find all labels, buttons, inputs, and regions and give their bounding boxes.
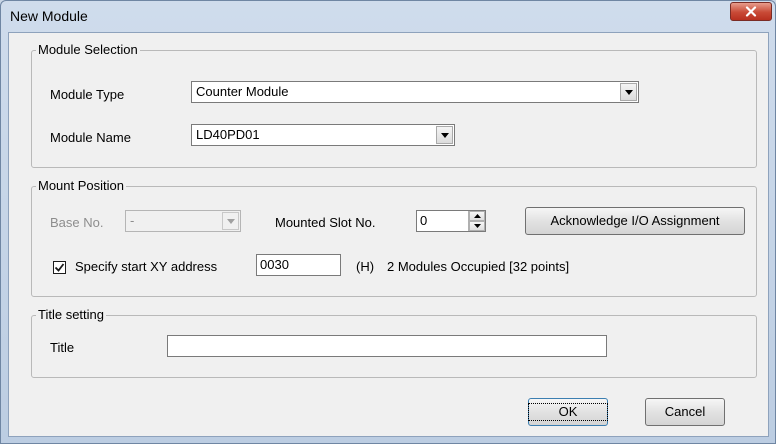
base-no-label: Base No.	[50, 215, 104, 230]
cancel-button-label: Cancel	[664, 404, 706, 419]
spin-down-icon[interactable]	[469, 221, 485, 231]
occupied-text: 2 Modules Occupied [32 points]	[387, 259, 570, 274]
module-selection-group: Module Selection	[31, 43, 757, 168]
mounted-slot-value: 0	[420, 213, 428, 228]
close-icon	[745, 6, 757, 17]
chevron-down-icon[interactable]	[436, 126, 453, 144]
chevron-down-icon[interactable]	[620, 83, 637, 101]
dialog-client-area: Module Selection Module Type Counter Mod…	[8, 32, 769, 437]
title-input[interactable]	[167, 335, 607, 357]
module-name-label: Module Name	[50, 130, 131, 145]
acknowledge-button-label: Acknowledge I/O Assignment	[550, 213, 720, 228]
specify-start-checkbox[interactable]	[53, 261, 66, 274]
module-selection-legend: Module Selection	[38, 42, 138, 57]
base-no-select: -	[125, 210, 241, 232]
module-type-value: Counter Module	[196, 84, 289, 99]
chevron-down-icon	[222, 212, 239, 230]
start-address-value: 0030	[260, 257, 289, 272]
window-title: New Module	[10, 8, 88, 24]
title-setting-legend: Title setting	[38, 307, 104, 322]
title-label: Title	[50, 340, 75, 355]
module-type-select[interactable]: Counter Module	[191, 81, 639, 103]
acknowledge-io-assignment-button[interactable]: Acknowledge I/O Assignment	[525, 207, 745, 235]
close-button[interactable]	[730, 2, 772, 21]
mounted-slot-label: Mounted Slot No.	[275, 215, 376, 230]
mount-position-group: Mount Position	[31, 179, 757, 297]
mounted-slot-spinner[interactable]: 0	[416, 210, 486, 232]
spin-up-icon[interactable]	[469, 211, 485, 221]
start-address-input[interactable]: 0030	[256, 254, 341, 276]
spinner-arrows[interactable]	[468, 211, 485, 231]
mount-position-legend: Mount Position	[38, 178, 124, 193]
specify-start-label[interactable]: Specify start XY address	[75, 259, 217, 275]
title-bar[interactable]: New Module	[1, 1, 775, 31]
ok-button[interactable]: OK	[527, 398, 609, 426]
new-module-dialog: New Module Module Selection Module Type …	[0, 0, 776, 444]
module-name-select[interactable]: LD40PD01	[191, 124, 455, 146]
module-name-value: LD40PD01	[196, 127, 260, 142]
ok-button-label: OK	[558, 404, 578, 419]
checkmark-icon	[54, 263, 65, 272]
module-type-label: Module Type	[50, 87, 125, 102]
cancel-button[interactable]: Cancel	[645, 398, 725, 426]
hex-suffix: (H)	[356, 259, 375, 274]
base-no-value: -	[130, 213, 135, 228]
